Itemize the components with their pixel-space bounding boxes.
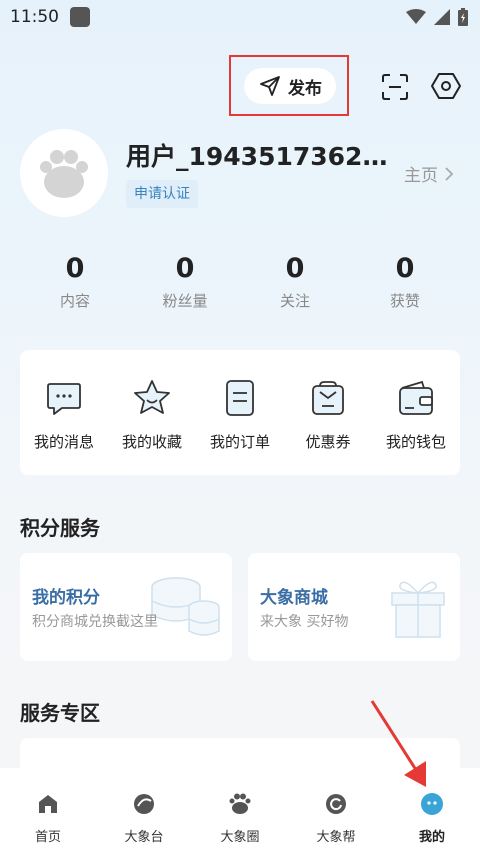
publish-button[interactable]: 发布 [244,68,336,104]
stat-value: 0 [175,253,195,284]
mall-card-subtitle: 来大象 买好物 [260,614,349,630]
help-icon [326,794,346,814]
quick-label: 我的收藏 [121,433,182,451]
quick-label: 我的订单 [209,433,270,451]
scan-icon [382,74,408,100]
chevron-right-icon [445,166,454,181]
tab-elephant-circle[interactable]: 大象圈 [192,768,288,853]
quick-item-wallet[interactable]: 我的钱包 [372,350,460,475]
avatar[interactable] [20,129,108,217]
coupon-icon [312,381,344,415]
status-bar: 11:50 [0,0,480,34]
stat-value: 0 [65,253,85,284]
order-icon [226,380,254,416]
tab-label: 大象台 [124,830,164,845]
quick-label: 我的钱包 [385,433,446,451]
paw-icon [229,793,251,814]
mall-card[interactable]: 大象商城 来大象 买好物 [248,553,460,661]
app-notification-icon [70,7,90,27]
tab-label: 大象圈 [220,830,260,845]
gift-icon [391,581,445,638]
stat-label: 关注 [279,292,310,310]
wifi-icon [406,9,426,24]
quick-item-favorites[interactable]: 我的收藏 [108,350,196,475]
coins-icon [151,577,220,636]
battery-icon [458,8,468,26]
homepage-link[interactable]: 主页 [404,161,454,186]
stat-value: 0 [395,253,415,284]
quick-item-messages[interactable]: 我的消息 [20,350,108,475]
username: 用户_1943517362… [126,142,388,171]
points-section-title: 积分服务 [20,516,100,540]
stat-content[interactable]: 0 内容 [20,252,130,311]
tab-label: 大象帮 [316,830,356,845]
signal-icon [434,9,450,25]
points-card-subtitle: 积分商城兑换截这里 [32,614,158,630]
profile-icon [421,793,443,815]
stat-label: 获赞 [389,292,420,310]
home-icon [39,795,57,813]
stat-fans[interactable]: 0 粉丝量 [130,252,240,311]
publish-label: 发布 [288,78,322,99]
stat-label: 粉丝量 [162,292,208,310]
settings-hexagon-icon [431,73,461,99]
tab-label: 首页 [34,830,61,845]
paw-avatar-icon [40,150,88,198]
elephant-tv-icon [134,794,154,814]
scan-button[interactable] [380,72,410,102]
my-points-card[interactable]: 我的积分 积分商城兑换截这里 [20,553,232,661]
quick-label: 优惠券 [305,433,351,451]
quick-item-orders[interactable]: 我的订单 [196,350,284,475]
quick-label: 我的消息 [33,433,94,451]
points-card-title: 我的积分 [32,588,100,608]
stat-following[interactable]: 0 关注 [240,252,350,311]
stat-label: 内容 [59,292,90,310]
service-section-title: 服务专区 [20,701,100,725]
tab-elephant-tv[interactable]: 大象台 [96,768,192,853]
quick-actions-card: 我的消息 我的收藏 我的订单 优惠券 我的钱包 [20,350,460,475]
status-time: 11:50 [10,7,59,27]
tab-home[interactable]: 首页 [0,768,96,853]
homepage-label: 主页 [404,166,438,186]
wallet-icon [399,380,433,415]
annotation-arrow-icon [370,700,426,787]
message-icon [47,383,81,415]
mall-card-title: 大象商城 [260,588,328,608]
stat-value: 0 [285,253,305,284]
paper-plane-icon [260,76,280,96]
quick-item-coupons[interactable]: 优惠券 [284,350,372,475]
settings-button[interactable] [430,70,462,102]
status-indicators [406,8,468,26]
verify-button[interactable]: 申请认证 [126,180,198,208]
star-icon [134,380,170,414]
stats-row: 0 内容 0 粉丝量 0 关注 0 获赞 [20,252,460,311]
stat-likes[interactable]: 0 获赞 [350,252,460,311]
tab-label: 我的 [418,830,445,845]
